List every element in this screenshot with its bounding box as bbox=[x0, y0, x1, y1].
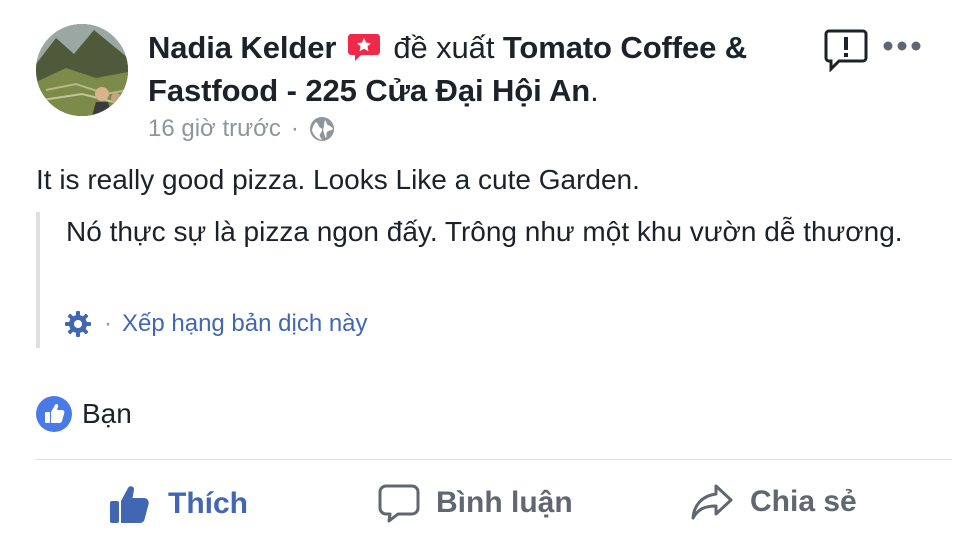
translation-block: Nó thực sự là pizza ngon đấy. Trông như … bbox=[36, 212, 920, 348]
globe-icon[interactable] bbox=[309, 116, 335, 142]
translation-text: Nó thực sự là pizza ngon đấy. Trông như … bbox=[66, 216, 903, 247]
rate-separator: · bbox=[104, 310, 112, 337]
rate-translation-row: · Xếp hạng bản dịch này bbox=[64, 310, 368, 338]
place-suffix: . bbox=[590, 73, 599, 108]
thumbs-up-icon bbox=[110, 486, 149, 523]
share-label: Chia sẻ bbox=[750, 485, 857, 518]
post-timestamp[interactable]: 16 giờ trước bbox=[148, 115, 281, 143]
post-card: Nadia Kelder đề xuất Tomato Coffee & Fas… bbox=[0, 0, 960, 548]
reactions-label: Bạn bbox=[82, 398, 132, 429]
comment-button[interactable]: Bình luận bbox=[378, 482, 573, 524]
post-meta: 16 giờ trước · bbox=[148, 115, 335, 143]
divider bbox=[36, 459, 952, 460]
like-button[interactable]: Thích bbox=[108, 482, 248, 526]
author-name[interactable]: Nadia Kelder bbox=[148, 30, 336, 65]
more-icon[interactable] bbox=[882, 36, 922, 56]
gear-icon[interactable] bbox=[64, 310, 92, 338]
recommend-icon bbox=[347, 34, 380, 61]
like-label: Thích bbox=[168, 487, 248, 520]
reactions-summary[interactable]: Bạn bbox=[36, 396, 132, 432]
comment-label: Bình luận bbox=[436, 486, 573, 519]
meta-separator: · bbox=[290, 115, 299, 142]
rate-translation-link[interactable]: Xếp hạng bản dịch này bbox=[122, 310, 368, 338]
like-badge-icon bbox=[36, 396, 72, 432]
avatar[interactable] bbox=[36, 24, 128, 116]
share-icon bbox=[691, 484, 733, 520]
report-icon[interactable] bbox=[823, 28, 869, 72]
post-header: Nadia Kelder đề xuất Tomato Coffee & Fas… bbox=[148, 26, 808, 112]
comment-icon bbox=[378, 484, 420, 523]
share-button[interactable]: Chia sẻ bbox=[690, 482, 857, 522]
post-text: It is really good pizza. Looks Like a cu… bbox=[36, 164, 640, 195]
recommend-verb: đề xuất bbox=[393, 30, 495, 65]
